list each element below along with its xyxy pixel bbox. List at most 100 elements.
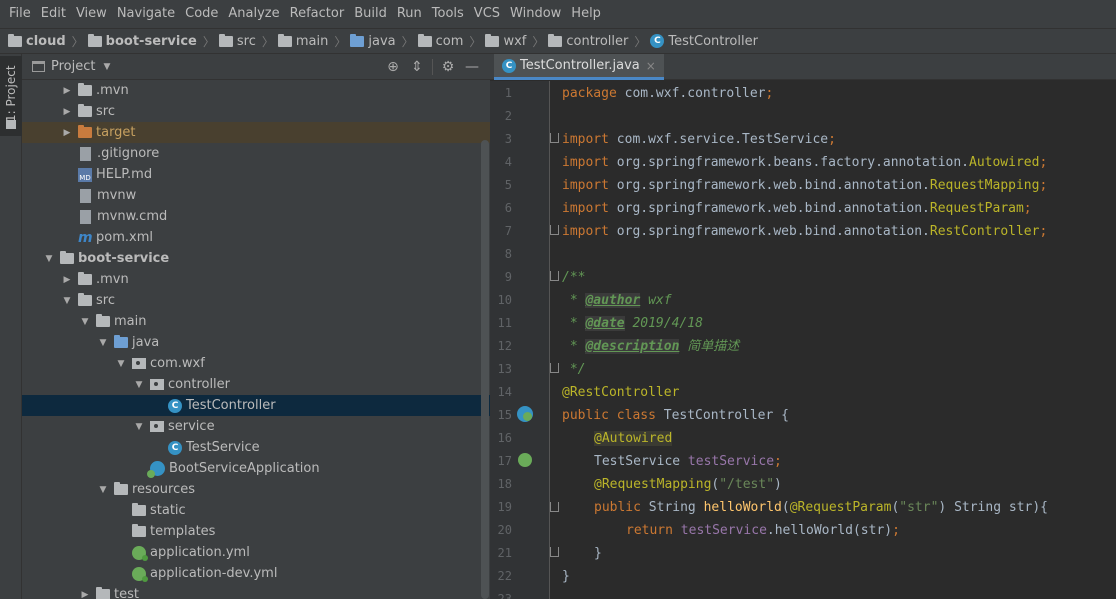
crumb-boot-service[interactable]: boot-service	[87, 33, 197, 49]
tree-item-label: service	[168, 419, 215, 434]
line-number: 5	[504, 178, 512, 192]
tree-item[interactable]: ▶ target	[22, 122, 490, 143]
crumb-main[interactable]: main	[277, 33, 328, 49]
tree-item[interactable]: .gitignore	[22, 143, 490, 164]
menu-refactor[interactable]: Refactor	[285, 0, 350, 28]
code-line-4: import org.springframework.beans.factory…	[562, 155, 1048, 170]
folder-icon	[132, 503, 146, 516]
tree-item[interactable]: application.yml	[22, 542, 490, 563]
tree-item[interactable]: ▼ main	[22, 311, 490, 332]
collapsed-arrow-icon[interactable]: ▶	[60, 86, 74, 96]
menu-window[interactable]: Window	[505, 0, 566, 28]
tree-item[interactable]: BootServiceApplication	[22, 458, 490, 479]
expanded-arrow-icon[interactable]: ▼	[60, 296, 74, 306]
tree-item[interactable]: ▶ .mvn	[22, 80, 490, 101]
tree-item[interactable]: application-dev.yml	[22, 563, 490, 584]
tree-item-label: TestService	[186, 440, 260, 455]
tree-item[interactable]: ▼ src	[22, 290, 490, 311]
menu-edit[interactable]: Edit	[36, 0, 71, 28]
locate-icon[interactable]: ⊕	[381, 56, 405, 78]
code-line-6: import org.springframework.web.bind.anno…	[562, 201, 1032, 216]
tree-item[interactable]: C TestController	[22, 395, 490, 416]
tree-item-label: templates	[150, 524, 216, 539]
spring-bean-icon[interactable]	[517, 406, 533, 422]
tree-item[interactable]: ▶ src	[22, 101, 490, 122]
code-line-1: package com.wxf.controller;	[562, 86, 774, 101]
line-number: 11	[497, 316, 512, 330]
tree-scrollbar[interactable]	[481, 140, 489, 599]
fold-marker-icon[interactable]	[550, 225, 559, 235]
menu-run[interactable]: Run	[392, 0, 427, 28]
crumb-java[interactable]: java	[350, 33, 396, 49]
file-icon	[80, 188, 91, 203]
tree-item[interactable]: templates	[22, 521, 490, 542]
tree-item-label: target	[96, 125, 136, 140]
hide-icon[interactable]: —	[460, 56, 484, 78]
crumb-com[interactable]: com	[417, 33, 463, 49]
menu-bar: File Edit View Navigate Code Analyze Ref…	[0, 0, 1116, 28]
tree-item[interactable]: ▶ test	[22, 584, 490, 599]
project-panel-title: Project	[51, 59, 96, 74]
tree-item[interactable]: ▼ com.wxf	[22, 353, 490, 374]
menu-build[interactable]: Build	[349, 0, 392, 28]
expanded-arrow-icon[interactable]: ▼	[132, 380, 146, 390]
crumb-cloud[interactable]: cloud	[8, 33, 66, 49]
crumb-controller[interactable]: controller	[548, 33, 628, 49]
tree-item[interactable]: ▼ controller	[22, 374, 490, 395]
tab-testcontroller[interactable]: C TestController.java ×	[494, 54, 664, 80]
crumb-testcontroller[interactable]: C TestController	[650, 34, 758, 49]
menu-file[interactable]: File	[4, 0, 36, 28]
tree-item[interactable]: static	[22, 500, 490, 521]
package-icon	[548, 33, 563, 47]
tree-item[interactable]: m pom.xml	[22, 227, 490, 248]
folder-icon	[132, 524, 146, 537]
tree-item[interactable]: C TestService	[22, 437, 490, 458]
close-icon[interactable]: ×	[646, 59, 656, 73]
tree-item[interactable]: ▼ java	[22, 332, 490, 353]
code-line-9: /**	[562, 270, 586, 285]
collapse-all-icon[interactable]: ⇕	[405, 56, 429, 78]
breadcrumb: cloud 〉 boot-service 〉 src 〉 main 〉 java 〉 co…	[0, 28, 1116, 54]
fold-marker-icon[interactable]	[550, 271, 559, 281]
expanded-arrow-icon[interactable]: ▼	[96, 485, 110, 495]
fold-marker-icon[interactable]	[550, 133, 559, 143]
tree-item-label: TestController	[186, 398, 276, 413]
autowired-navigate-icon[interactable]	[518, 453, 532, 467]
expanded-arrow-icon[interactable]: ▼	[96, 338, 110, 348]
fold-marker-icon[interactable]	[550, 502, 559, 512]
collapsed-arrow-icon[interactable]: ▶	[60, 275, 74, 285]
menu-analyze[interactable]: Analyze	[223, 0, 284, 28]
menu-view[interactable]: View	[71, 0, 112, 28]
fold-marker-icon[interactable]	[550, 363, 559, 373]
menu-help[interactable]: Help	[566, 0, 606, 28]
menu-vcs[interactable]: VCS	[469, 0, 505, 28]
tab-label: TestController.java	[520, 58, 640, 73]
tree-item[interactable]: mvnw	[22, 185, 490, 206]
expanded-arrow-icon[interactable]: ▼	[114, 359, 128, 369]
expanded-arrow-icon[interactable]: ▼	[42, 254, 56, 264]
crumb-src[interactable]: src	[218, 33, 256, 49]
line-number: 19	[497, 500, 512, 514]
tree-item-label: main	[114, 314, 147, 329]
project-view-selector[interactable]: Project ▼	[32, 59, 110, 74]
expanded-arrow-icon[interactable]: ▼	[132, 422, 146, 432]
collapsed-arrow-icon[interactable]: ▶	[60, 128, 74, 138]
tree-item[interactable]: ▼ boot-service	[22, 248, 490, 269]
gear-icon[interactable]: ⚙	[436, 56, 460, 78]
line-number: 18	[497, 477, 512, 491]
menu-navigate[interactable]: Navigate	[112, 0, 180, 28]
collapsed-arrow-icon[interactable]: ▶	[78, 590, 92, 599]
tree-item[interactable]: ▶ .mvn	[22, 269, 490, 290]
tree-item[interactable]: MD HELP.md	[22, 164, 490, 185]
tree-item[interactable]: mvnw.cmd	[22, 206, 490, 227]
expanded-arrow-icon[interactable]: ▼	[78, 317, 92, 327]
fold-marker-icon[interactable]	[550, 547, 559, 557]
tree-item[interactable]: ▼ service	[22, 416, 490, 437]
project-tool-tab[interactable]: 1: Project	[0, 56, 22, 136]
menu-tools[interactable]: Tools	[427, 0, 469, 28]
line-number: 3	[504, 132, 512, 146]
tree-item[interactable]: ▼ resources	[22, 479, 490, 500]
collapsed-arrow-icon[interactable]: ▶	[60, 107, 74, 117]
crumb-wxf[interactable]: wxf	[485, 33, 526, 49]
menu-code[interactable]: Code	[180, 0, 223, 28]
